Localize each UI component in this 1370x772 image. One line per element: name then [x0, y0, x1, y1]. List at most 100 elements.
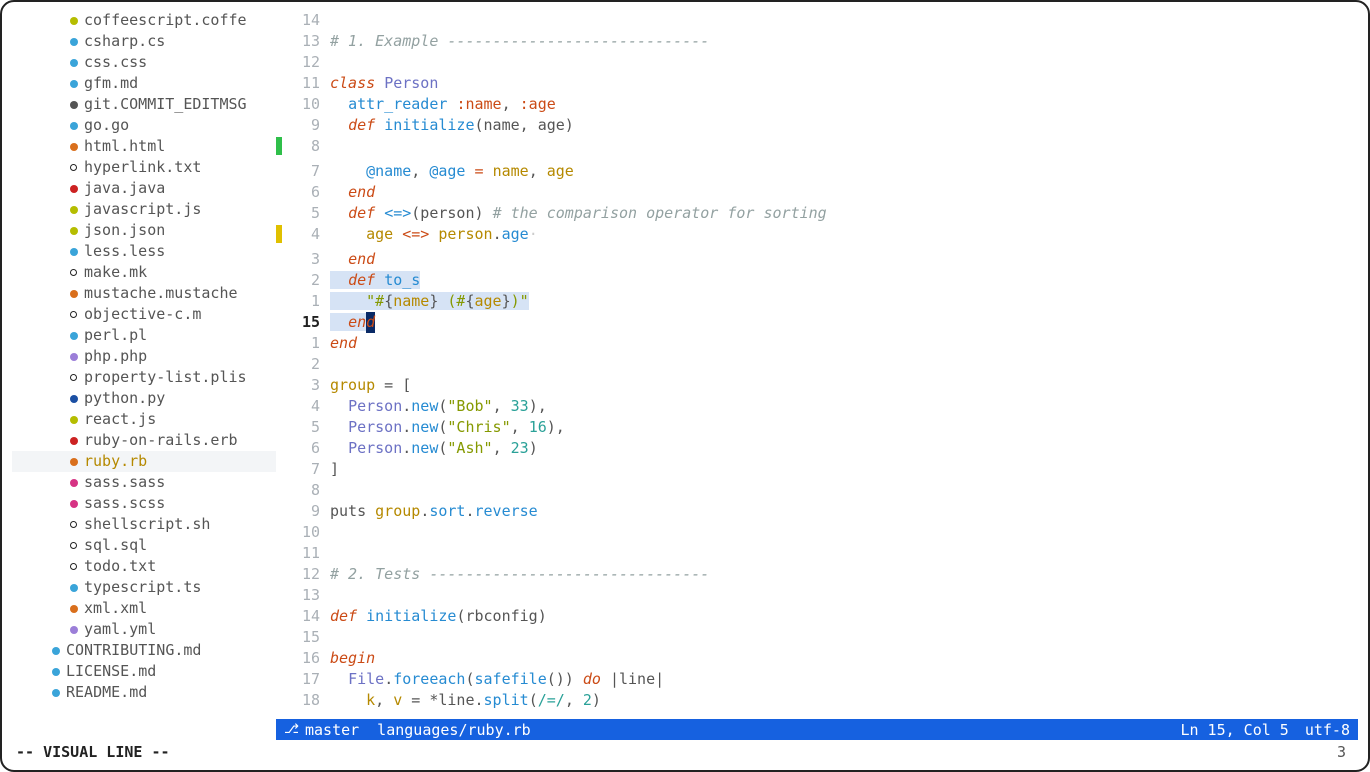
file-tree-item[interactable]: gfm.md: [12, 73, 276, 94]
file-tree-item[interactable]: README.md: [12, 682, 276, 703]
code-line[interactable]: 3 end: [276, 249, 1358, 270]
code-line[interactable]: 13# 1. Example -------------------------…: [276, 31, 1358, 52]
file-tree-item[interactable]: html.html: [12, 136, 276, 157]
file-tree-item[interactable]: python.py: [12, 388, 276, 409]
code-line[interactable]: 12# 2. Tests ---------------------------…: [276, 564, 1358, 585]
code-line[interactable]: 11: [276, 543, 1358, 564]
line-number: 3: [286, 375, 330, 396]
code-line[interactable]: 8: [276, 136, 1358, 161]
file-tree-item[interactable]: ruby.rb: [12, 451, 276, 472]
code-line[interactable]: 6 end: [276, 182, 1358, 203]
code-line[interactable]: 3group = [: [276, 375, 1358, 396]
file-name-label: xml.xml: [84, 598, 147, 619]
line-content: [330, 585, 1358, 606]
file-tree-item[interactable]: sql.sql: [12, 535, 276, 556]
code-line[interactable]: 15: [276, 627, 1358, 648]
file-tree-sidebar[interactable]: coffeescript.coffecsharp.cscss.cssgfm.md…: [12, 10, 276, 740]
code-line[interactable]: 1end: [276, 333, 1358, 354]
file-type-dot-icon: [70, 332, 78, 340]
file-type-dot-icon: [70, 101, 78, 109]
gutter-sign: [276, 31, 286, 52]
code-line[interactable]: 15 end: [276, 312, 1358, 333]
file-tree-item[interactable]: csharp.cs: [12, 31, 276, 52]
file-type-dot-icon: [70, 416, 78, 424]
file-tree-item[interactable]: java.java: [12, 178, 276, 199]
code-line[interactable]: 6 Person.new("Ash", 23): [276, 438, 1358, 459]
code-line[interactable]: 9puts group.sort.reverse: [276, 501, 1358, 522]
gutter-sign: [276, 417, 286, 438]
file-tree-item[interactable]: react.js: [12, 409, 276, 430]
line-content: @name, @age = name, age: [330, 161, 1358, 182]
file-tree-item[interactable]: javascript.js: [12, 199, 276, 220]
file-tree-item[interactable]: sass.sass: [12, 472, 276, 493]
file-tree-item[interactable]: json.json: [12, 220, 276, 241]
code-line[interactable]: 10: [276, 522, 1358, 543]
code-line[interactable]: 4 Person.new("Bob", 33),: [276, 396, 1358, 417]
file-name-label: html.html: [84, 136, 165, 157]
file-name-label: gfm.md: [84, 73, 138, 94]
file-tree-item[interactable]: todo.txt: [12, 556, 276, 577]
code-line[interactable]: 12: [276, 52, 1358, 73]
code-line[interactable]: 5 def <=>(person) # the comparison opera…: [276, 203, 1358, 224]
file-tree-item[interactable]: LICENSE.md: [12, 661, 276, 682]
code-line[interactable]: 2 def to_s: [276, 270, 1358, 291]
file-tree-item[interactable]: coffeescript.coffe: [12, 10, 276, 31]
file-name-label: css.css: [84, 52, 147, 73]
line-content: [330, 480, 1358, 501]
main-area: coffeescript.coffecsharp.cscss.cssgfm.md…: [12, 10, 1358, 740]
file-tree-item[interactable]: objective-c.m: [12, 304, 276, 325]
gutter-sign: [276, 501, 286, 522]
file-tree-item[interactable]: perl.pl: [12, 325, 276, 346]
file-tree-item[interactable]: shellscript.sh: [12, 514, 276, 535]
file-tree-item[interactable]: hyperlink.txt: [12, 157, 276, 178]
file-tree-item[interactable]: sass.scss: [12, 493, 276, 514]
file-name-label: java.java: [84, 178, 165, 199]
code-line[interactable]: 10 attr_reader :name, :age: [276, 94, 1358, 115]
file-path: languages/ruby.rb: [377, 721, 531, 739]
code-line[interactable]: 14: [276, 10, 1358, 31]
code-line[interactable]: 5 Person.new("Chris", 16),: [276, 417, 1358, 438]
file-tree-item[interactable]: typescript.ts: [12, 577, 276, 598]
code-line[interactable]: 16begin: [276, 648, 1358, 669]
file-type-dot-icon: [70, 59, 78, 67]
file-tree-item[interactable]: php.php: [12, 346, 276, 367]
code-line[interactable]: 13: [276, 585, 1358, 606]
line-number: 8: [286, 480, 330, 501]
code-line[interactable]: 2: [276, 354, 1358, 375]
code-line[interactable]: 17 File.foreeach(safefile()) do |line|: [276, 669, 1358, 690]
file-type-dot-icon: [70, 584, 78, 592]
code-area[interactable]: 1413# 1. Example -----------------------…: [276, 10, 1358, 719]
line-number: 15: [286, 312, 330, 333]
file-tree-item[interactable]: property-list.plis: [12, 367, 276, 388]
code-line[interactable]: 9 def initialize(name, age): [276, 115, 1358, 136]
file-name-label: json.json: [84, 220, 165, 241]
file-name-label: LICENSE.md: [66, 661, 156, 682]
line-content: group = [: [330, 375, 1358, 396]
gutter-sign: [276, 480, 286, 501]
file-tree-item[interactable]: ruby-on-rails.erb: [12, 430, 276, 451]
file-name-label: ruby.rb: [84, 451, 147, 472]
file-tree-item[interactable]: yaml.yml: [12, 619, 276, 640]
code-line[interactable]: 11class Person: [276, 73, 1358, 94]
file-tree-item[interactable]: mustache.mustache: [12, 283, 276, 304]
file-name-label: objective-c.m: [84, 304, 201, 325]
line-number: 7: [286, 161, 330, 182]
file-tree-item[interactable]: CONTRIBUTING.md: [12, 640, 276, 661]
code-line[interactable]: 18 k, v = *line.split(/=/, 2): [276, 690, 1358, 711]
file-tree-item[interactable]: go.go: [12, 115, 276, 136]
file-tree-item[interactable]: git.COMMIT_EDITMSG: [12, 94, 276, 115]
code-line[interactable]: 7]: [276, 459, 1358, 480]
code-line[interactable]: 8: [276, 480, 1358, 501]
gutter-sign: [276, 585, 286, 606]
code-line[interactable]: 14def initialize(rbconfig): [276, 606, 1358, 627]
line-content: [330, 136, 1358, 161]
code-line[interactable]: 4 age <=> person.age·: [276, 224, 1358, 249]
file-tree-item[interactable]: css.css: [12, 52, 276, 73]
code-line[interactable]: 7 @name, @age = name, age: [276, 161, 1358, 182]
gutter-sign: [276, 606, 286, 627]
file-tree-item[interactable]: less.less: [12, 241, 276, 262]
file-tree-item[interactable]: make.mk: [12, 262, 276, 283]
code-line[interactable]: 1 "#{name} (#{age})": [276, 291, 1358, 312]
line-number: 13: [286, 31, 330, 52]
file-tree-item[interactable]: xml.xml: [12, 598, 276, 619]
